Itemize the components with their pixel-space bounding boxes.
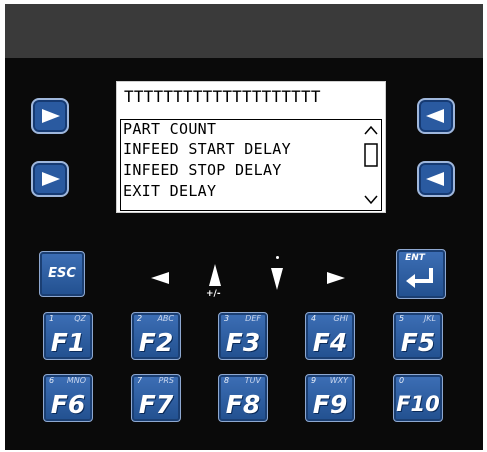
menu-item[interactable]: PART COUNT xyxy=(123,120,216,138)
plus-minus-caption: +/- xyxy=(206,289,221,299)
menu-item[interactable]: INFEED STOP DELAY xyxy=(123,161,282,179)
lcd-display: TTTTTTTTTTTTTTTTTTTT PART COUNT INFEED S… xyxy=(116,81,386,213)
f9-key[interactable]: 9 WXY F9 xyxy=(305,374,355,422)
key-number: 6 xyxy=(49,376,55,385)
left-softkey-2[interactable] xyxy=(31,161,69,197)
menu-item[interactable]: EXIT DELAY xyxy=(123,182,216,200)
key-label: F4 xyxy=(312,328,348,357)
key-label: F1 xyxy=(50,328,86,357)
hmi-panel: TTTTTTTTTTTTTTTTTTTT PART COUNT INFEED S… xyxy=(5,4,483,450)
menu-list: PART COUNT INFEED START DELAY INFEED STO… xyxy=(120,119,382,211)
arrow-right-icon xyxy=(42,109,60,123)
arrow-left-icon xyxy=(426,172,444,186)
arrow-right-icon xyxy=(42,172,60,186)
right-softkey-1[interactable] xyxy=(417,98,455,134)
key-number: 0 xyxy=(399,376,405,385)
key-letters: DEF xyxy=(245,314,261,323)
f3-key[interactable]: 3 DEF F3 xyxy=(218,312,268,360)
menu-item[interactable]: INFEED START DELAY xyxy=(123,140,291,158)
arrow-down-icon[interactable] xyxy=(267,264,287,292)
key-label: F2 xyxy=(138,328,174,357)
esc-button[interactable]: ESC xyxy=(39,251,85,297)
f7-key[interactable]: 7 PRS F7 xyxy=(131,374,181,422)
f4-key[interactable]: 4 GHI F4 xyxy=(305,312,355,360)
key-label: F5 xyxy=(400,328,436,357)
scroll-down-icon xyxy=(364,195,378,205)
f8-key[interactable]: 8 TUV F8 xyxy=(218,374,268,422)
key-number: 3 xyxy=(224,314,230,323)
scroll-up-icon xyxy=(364,125,378,135)
key-label: F9 xyxy=(312,390,348,419)
dot-indicator xyxy=(276,256,279,259)
display-title: TTTTTTTTTTTTTTTTTTTT xyxy=(124,87,321,106)
key-number: 5 xyxy=(399,314,405,323)
key-number: 1 xyxy=(49,314,55,323)
esc-label: ESC xyxy=(48,266,76,281)
scrollbar[interactable] xyxy=(362,122,380,208)
key-letters: JKL xyxy=(423,314,436,323)
key-label: F10 xyxy=(396,392,440,416)
arrow-up-icon[interactable] xyxy=(205,262,225,290)
f6-key[interactable]: 6 MNO F6 xyxy=(43,374,93,422)
enter-icon xyxy=(406,268,433,288)
right-softkey-2[interactable] xyxy=(417,161,455,197)
key-number: 9 xyxy=(311,376,317,385)
key-letters: TUV xyxy=(244,376,261,385)
key-number: 7 xyxy=(137,376,143,385)
f10-key[interactable]: 0 F10 xyxy=(393,374,443,422)
key-label: F6 xyxy=(50,390,86,419)
left-softkey-1[interactable] xyxy=(31,98,69,134)
f2-key[interactable]: 2 ABC F2 xyxy=(131,312,181,360)
arrow-right-icon[interactable] xyxy=(323,270,349,286)
key-number: 2 xyxy=(137,314,143,323)
top-bezel xyxy=(5,4,483,58)
scroll-thumb xyxy=(364,143,378,167)
key-letters: ABC xyxy=(157,314,174,323)
key-number: 4 xyxy=(311,314,317,323)
key-letters: MNO xyxy=(66,376,86,385)
enter-button[interactable]: ENT xyxy=(396,249,446,299)
arrow-left-icon xyxy=(426,109,444,123)
key-label: F8 xyxy=(225,390,261,419)
key-letters: GHI xyxy=(333,314,348,323)
key-label: F7 xyxy=(138,390,174,419)
key-letters: PRS xyxy=(158,376,174,385)
key-letters: QZ xyxy=(74,314,86,323)
f5-key[interactable]: 5 JKL F5 xyxy=(393,312,443,360)
arrow-left-icon[interactable] xyxy=(147,270,173,286)
f1-key[interactable]: 1 QZ F1 xyxy=(43,312,93,360)
key-number: 8 xyxy=(224,376,230,385)
key-letters: WXY xyxy=(329,376,348,385)
key-label: F3 xyxy=(225,328,261,357)
